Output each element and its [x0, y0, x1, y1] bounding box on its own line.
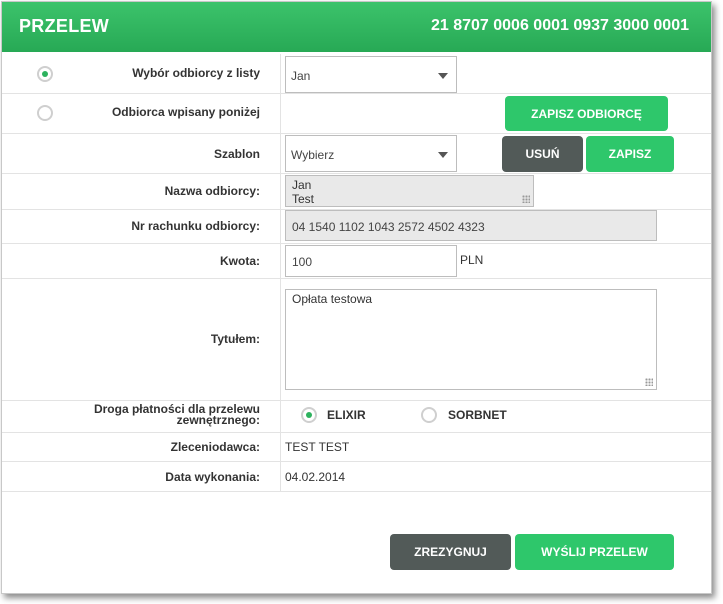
resize-handle-icon[interactable] — [522, 195, 530, 203]
cancel-button[interactable]: ZREZYGNUJ — [390, 534, 511, 570]
label-orderer: Zleceniodawca: — [170, 440, 260, 454]
title-textarea[interactable]: Opłata testowa — [285, 289, 657, 390]
label-account-number: Nr rachunku odbiorcy: — [131, 219, 260, 233]
account-number-field[interactable]: 04 1540 1102 1043 2572 4502 4323 — [285, 210, 657, 241]
header-bar: PRZELEW 21 8707 0006 0001 0937 3000 0001 — [2, 2, 711, 52]
resize-handle-icon[interactable] — [645, 378, 653, 386]
label-amount: Kwota: — [220, 254, 260, 268]
chevron-down-icon — [438, 152, 448, 158]
delete-template-button[interactable]: USUŃ — [502, 136, 583, 172]
label-recipient-manual: Odbiorca wpisany poniżej — [111, 105, 260, 119]
chevron-down-icon — [438, 73, 448, 79]
radio-recipient-manual[interactable] — [37, 105, 53, 121]
amount-value: 100 — [292, 255, 313, 269]
account-number-header: 21 8707 0006 0001 0937 3000 0001 — [430, 17, 689, 34]
label-recipient-name: Nazwa odbiorcy: — [164, 184, 260, 198]
orderer-value: TEST TEST — [285, 440, 350, 454]
save-recipient-button[interactable]: ZAPISZ ODBIORCĘ — [505, 96, 668, 131]
template-select-value: Wybierz — [291, 148, 335, 162]
row-orderer — [2, 433, 711, 462]
label-execution-date: Data wykonania: — [165, 470, 260, 484]
radio-elixir[interactable] — [301, 407, 317, 423]
recipient-name-field[interactable]: Jan Test — [285, 175, 534, 207]
recipient-name-line1: Jan — [292, 178, 312, 192]
recipient-select-value: Jan — [291, 69, 311, 83]
label-payment-route: Droga płatności dla przelewu zewnętrzneg… — [93, 402, 260, 427]
save-template-button[interactable]: ZAPISZ — [586, 136, 674, 172]
label-recipient-from-list: Wybór odbiorcy z listy — [132, 66, 260, 80]
account-number-value: 04 1540 1102 1043 2572 4502 4323 — [292, 220, 485, 234]
send-transfer-button[interactable]: WYŚLIJ PRZELEW — [515, 534, 674, 570]
title-value: Opłata testowa — [292, 292, 373, 306]
label-elixir: ELIXIR — [327, 408, 366, 422]
label-title: Tytułem: — [210, 332, 260, 346]
transfer-panel: PRZELEW 21 8707 0006 0001 0937 3000 0001… — [1, 1, 712, 594]
page-title: PRZELEW — [19, 16, 110, 36]
amount-input[interactable]: 100 — [285, 245, 457, 277]
row-execution-date — [2, 462, 711, 492]
execution-date-value: 04.02.2014 — [285, 470, 346, 484]
recipient-select[interactable]: Jan — [285, 56, 457, 93]
radio-recipient-from-list[interactable] — [37, 66, 53, 82]
label-template: Szablon — [213, 147, 260, 161]
currency-label: PLN — [460, 253, 484, 267]
recipient-name-line2: Test — [292, 192, 315, 206]
label-sorbnet: SORBNET — [448, 408, 507, 422]
radio-sorbnet[interactable] — [421, 407, 437, 423]
template-select[interactable]: Wybierz — [285, 135, 457, 172]
